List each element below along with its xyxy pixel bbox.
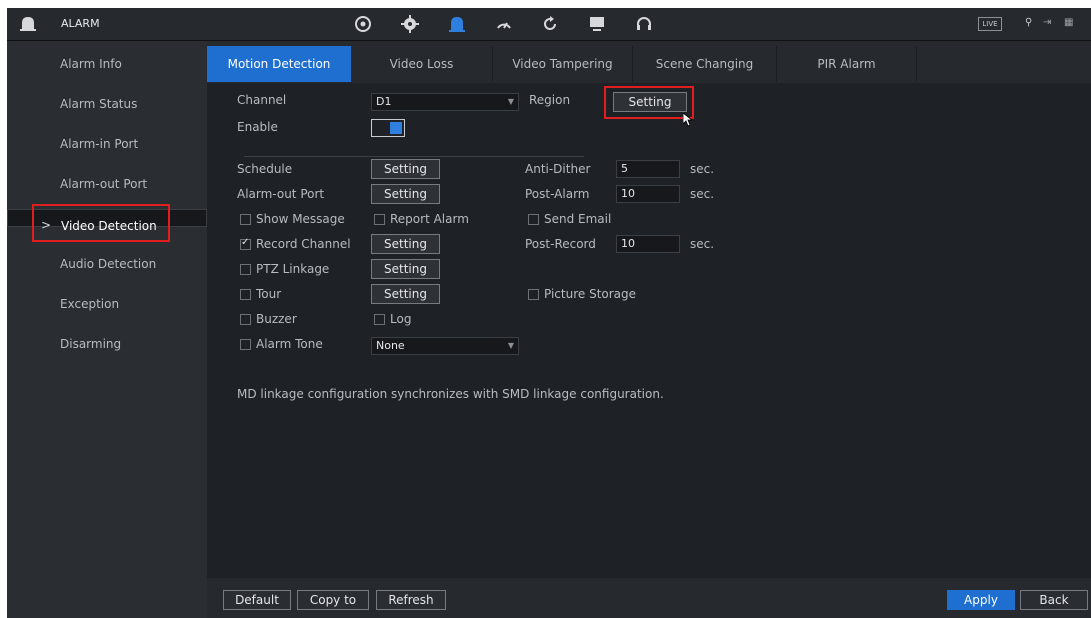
refresh-button[interactable]: Refresh (376, 590, 446, 610)
alarm-tone-value: None (376, 339, 405, 352)
motion-detection-panel: Channel D1 ▼ Region Setting Enable Sched… (207, 83, 1091, 578)
network-icon[interactable] (397, 12, 423, 36)
headset-icon[interactable] (631, 12, 657, 36)
anti-dither-input[interactable]: 5 (616, 160, 680, 178)
app-title: ALARM (61, 17, 100, 30)
apply-button[interactable]: Apply (947, 590, 1015, 610)
sidebar-item-label: Audio Detection (60, 257, 157, 271)
record-channel-label: Record Channel (256, 237, 351, 251)
sidebar-item-label: Alarm-out Port (60, 177, 148, 191)
report-alarm-label: Report Alarm (390, 212, 469, 226)
channel-label: Channel (237, 93, 287, 107)
buzzer-label: Buzzer (256, 312, 297, 326)
post-record-unit: sec. (690, 237, 715, 251)
post-record-label: Post-Record (525, 237, 596, 251)
sidebar-item-alarm-out-port[interactable]: Alarm-out Port (7, 169, 207, 199)
chevron-down-icon: ▼ (507, 97, 514, 106)
send-email-label: Send Email (544, 212, 612, 226)
chevron-down-icon: ▼ (507, 341, 514, 350)
sidebar-item-alarm-in-port[interactable]: Alarm-in Port (7, 129, 207, 159)
top-bar: ALARM LIVE ⚲ ⇥ ▦ (7, 8, 1091, 41)
back-button[interactable]: Back (1020, 590, 1088, 610)
ptz-linkage-label: PTZ Linkage (256, 262, 330, 276)
mouse-cursor-icon (683, 113, 693, 127)
channel-select[interactable]: D1 ▼ (371, 93, 519, 111)
enable-label: Enable (237, 120, 278, 134)
alarm-window: ALARM LIVE ⚲ ⇥ ▦ Alarm Info Alarm Status (7, 8, 1091, 618)
sidebar-item-label: Alarm-in Port (60, 137, 139, 151)
anti-dither-unit: sec. (690, 162, 715, 176)
storage-icon[interactable] (491, 12, 517, 36)
alarm-icon[interactable] (444, 12, 470, 36)
sidebar-item-label: Disarming (60, 337, 122, 351)
tab-scene-changing[interactable]: Scene Changing (633, 46, 777, 82)
alarm-tone-checkbox[interactable] (240, 339, 251, 350)
tab-video-loss[interactable]: Video Loss (351, 46, 493, 82)
record-channel-checkbox[interactable] (240, 237, 251, 250)
tab-bar: Motion Detection Video Loss Video Tamper… (207, 41, 1091, 83)
sidebar-item-label: Alarm Info (60, 57, 122, 71)
highlight-box (604, 86, 694, 119)
alarm-tone-select[interactable]: None ▼ (371, 337, 519, 355)
divider (244, 156, 584, 157)
tour-setting-button[interactable]: Setting (371, 284, 440, 304)
post-alarm-unit: sec. (690, 187, 715, 201)
toggle-knob (390, 122, 402, 134)
logout-icon[interactable]: ⇥ (1043, 17, 1051, 28)
picture-storage-label: Picture Storage (544, 287, 637, 301)
grid-icon[interactable]: ▦ (1064, 17, 1073, 28)
show-message-checkbox[interactable] (240, 214, 251, 225)
record-channel-setting-button[interactable]: Setting (371, 234, 440, 254)
post-alarm-input[interactable]: 10 (616, 185, 680, 203)
highlight-box (32, 204, 170, 242)
sidebar-item-exception[interactable]: Exception (7, 289, 207, 319)
tab-video-tampering[interactable]: Video Tampering (493, 46, 633, 82)
camera-settings-icon[interactable] (350, 12, 376, 36)
ptz-linkage-checkbox[interactable] (240, 264, 251, 275)
ptz-setting-button[interactable]: Setting (371, 259, 440, 279)
sidebar-item-label: Alarm Status (60, 97, 138, 111)
buzzer-checkbox[interactable] (240, 314, 251, 325)
sidebar-item-audio-detection[interactable]: Audio Detection (7, 249, 207, 279)
region-label: Region (529, 93, 571, 107)
alarm-tone-label: Alarm Tone (256, 337, 323, 351)
alarm-out-port-label: Alarm-out Port (237, 187, 325, 201)
alarm-bell-icon (20, 17, 36, 31)
tour-label: Tour (256, 287, 282, 301)
picture-storage-checkbox[interactable] (528, 289, 539, 300)
log-label: Log (390, 312, 412, 326)
copy-to-button[interactable]: Copy to (297, 590, 369, 610)
live-button[interactable]: LIVE (978, 17, 1002, 31)
sidebar: Alarm Info Alarm Status Alarm-in Port Al… (7, 41, 207, 618)
alarm-out-setting-button[interactable]: Setting (371, 184, 440, 204)
sync-icon[interactable] (537, 12, 563, 36)
schedule-setting-button[interactable]: Setting (371, 159, 440, 179)
sidebar-item-alarm-info[interactable]: Alarm Info (7, 49, 207, 79)
monitor-icon[interactable] (584, 12, 610, 36)
enable-toggle[interactable] (371, 119, 405, 137)
show-message-label: Show Message (256, 212, 345, 226)
anti-dither-label: Anti-Dither (525, 162, 591, 176)
linkage-note: MD linkage configuration synchronizes wi… (237, 387, 664, 401)
post-alarm-label: Post-Alarm (525, 187, 590, 201)
tab-motion-detection[interactable]: Motion Detection (207, 46, 351, 82)
default-button[interactable]: Default (223, 590, 291, 610)
schedule-label: Schedule (237, 162, 293, 176)
channel-value: D1 (376, 95, 392, 108)
tab-pir-alarm[interactable]: PIR Alarm (777, 46, 917, 82)
report-alarm-checkbox[interactable] (374, 214, 385, 225)
bottom-bar: Default Copy to Refresh Apply Back (207, 578, 1091, 618)
log-checkbox[interactable] (374, 314, 385, 325)
sidebar-item-label: Exception (60, 297, 120, 311)
sidebar-item-alarm-status[interactable]: Alarm Status (7, 89, 207, 119)
post-record-input[interactable]: 10 (616, 235, 680, 253)
tour-checkbox[interactable] (240, 289, 251, 300)
sidebar-item-disarming[interactable]: Disarming (7, 329, 207, 359)
user-icon[interactable]: ⚲ (1025, 17, 1032, 28)
send-email-checkbox[interactable] (528, 214, 539, 225)
